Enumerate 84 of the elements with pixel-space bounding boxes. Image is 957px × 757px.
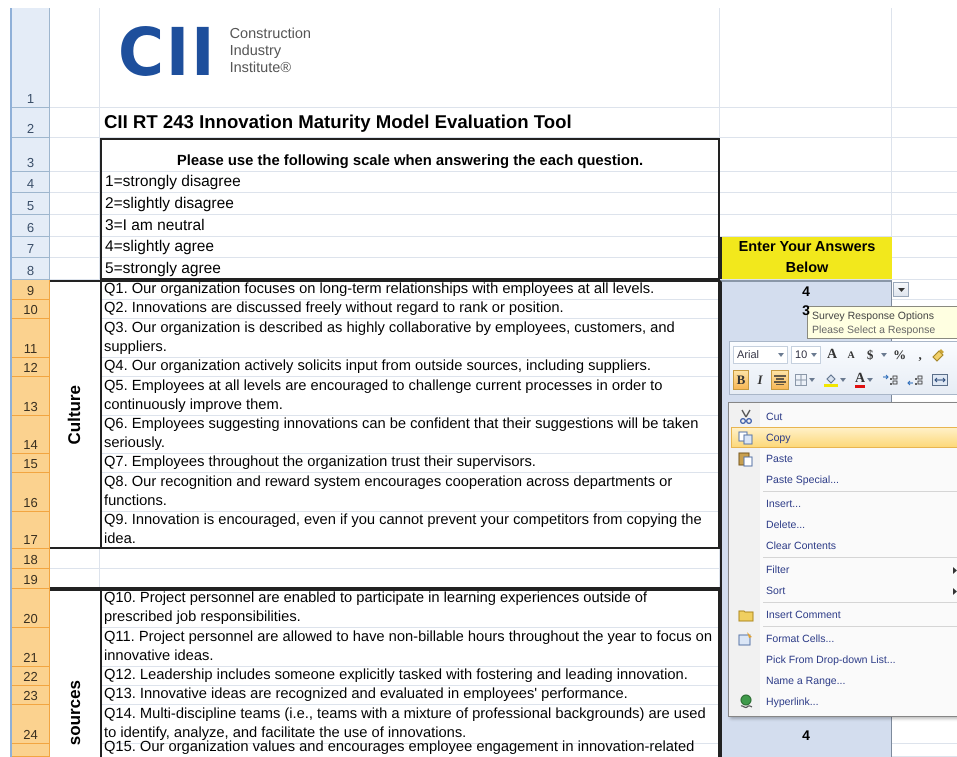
answer-value[interactable]: 4 xyxy=(802,280,810,300)
clipboard-icon xyxy=(738,450,754,466)
comma-button[interactable]: , xyxy=(912,345,928,365)
globe-icon xyxy=(738,694,754,710)
row-header[interactable]: 16 xyxy=(12,473,50,512)
italic-button[interactable]: I xyxy=(752,370,768,390)
row-header[interactable]: 14 xyxy=(12,416,50,454)
row-header[interactable]: 2 xyxy=(12,108,50,138)
row-header[interactable]: 10 xyxy=(12,300,50,319)
menu-item[interactable]: Paste xyxy=(731,448,957,469)
row-header[interactable]: 12 xyxy=(12,358,50,377)
row-header[interactable]: 21 xyxy=(12,628,50,667)
paint-bucket-icon xyxy=(824,373,838,387)
row-header[interactable]: 7 xyxy=(12,237,50,258)
row-header[interactable]: 23 xyxy=(12,686,50,705)
decimal-arrow-icon xyxy=(907,374,924,386)
answer-value[interactable]: 3 xyxy=(802,300,810,319)
bold-button[interactable]: B xyxy=(733,370,749,390)
copy-icon xyxy=(738,430,754,446)
section-label: Culture xyxy=(65,384,85,444)
merge-cells-icon xyxy=(932,374,948,386)
percent-button[interactable]: % xyxy=(890,345,910,365)
logo-mark: CII xyxy=(118,26,216,80)
row-header[interactable]: 5 xyxy=(12,193,50,215)
menu-item[interactable]: Filter xyxy=(731,559,957,580)
row-header[interactable]: 11 xyxy=(12,319,50,358)
scissors-icon xyxy=(738,408,754,424)
scale-option: 2=slightly disagree xyxy=(100,193,720,215)
answers-heading: Enter Your Answers Below xyxy=(720,237,892,279)
scale-option: 5=strongly agree xyxy=(100,258,720,280)
menu-item[interactable]: Pick From Drop-down List... xyxy=(731,649,957,670)
center-align-button[interactable] xyxy=(771,370,789,390)
tooltip-title: Survey Response Options xyxy=(812,309,935,323)
dropdown-button[interactable] xyxy=(893,282,909,297)
scale-option: 4=slightly agree xyxy=(100,237,720,258)
scale-heading: Please use the following scale when answering the each question. xyxy=(176,152,644,171)
align-center-icon xyxy=(774,375,786,385)
menu-item[interactable]: Paste Special... xyxy=(731,469,957,490)
currency-button[interactable]: $ xyxy=(862,345,878,365)
menu-item[interactable]: Name a Range... xyxy=(731,670,957,691)
menu-item[interactable]: Insert Comment xyxy=(731,604,957,625)
row-header[interactable]: 4 xyxy=(12,172,50,193)
menu-item[interactable]: Copy xyxy=(731,427,957,448)
grow-font-button[interactable]: A xyxy=(824,345,840,365)
caret-icon xyxy=(867,378,874,382)
row-header[interactable]: 3 xyxy=(12,138,50,172)
row-header[interactable]: 24 xyxy=(12,705,50,744)
row-header[interactable]: 19 xyxy=(12,569,50,589)
format-cells-icon xyxy=(738,630,754,646)
tooltip-message: Please Select a Response xyxy=(812,323,936,337)
section-label: sources xyxy=(65,680,85,745)
row-header[interactable]: 18 xyxy=(12,549,50,569)
caret-icon xyxy=(778,353,784,357)
row-header[interactable]: 9 xyxy=(12,280,50,300)
row-header[interactable]: 20 xyxy=(12,589,50,628)
menu-item[interactable]: Format Cells... xyxy=(731,628,957,649)
brush-icon xyxy=(931,348,946,362)
row-header[interactable]: 15 xyxy=(12,454,50,473)
caret-icon xyxy=(881,353,888,357)
menu-item[interactable]: Clear Contents xyxy=(731,535,957,556)
logo-name: Construction Industry Institute® xyxy=(230,26,311,77)
caret-icon xyxy=(809,378,815,382)
menu-item[interactable]: Sort xyxy=(731,580,957,601)
row-header[interactable]: 22 xyxy=(12,667,50,686)
row-header[interactable]: 6 xyxy=(12,215,50,237)
caret-icon xyxy=(840,378,846,382)
scale-option: 3=I am neutral xyxy=(100,215,720,237)
grid-icon xyxy=(795,374,807,386)
caret-icon xyxy=(811,353,817,357)
font-field[interactable]: Arial xyxy=(733,346,788,364)
menu-item[interactable]: Delete... xyxy=(731,514,957,535)
row-header[interactable]: 17 xyxy=(12,512,50,549)
row-header[interactable]: 13 xyxy=(12,377,50,416)
decimal-arrow-icon xyxy=(882,374,898,386)
scale-option: 1=strongly disagree xyxy=(100,172,720,193)
font-color-button[interactable]: A xyxy=(852,370,876,390)
caret-icon xyxy=(898,288,904,292)
row-header[interactable]: 1 xyxy=(12,8,50,108)
sheet-title: CII RT 243 Innovation Maturity Model Evaluation Tool xyxy=(103,110,573,134)
shrink-font-button[interactable]: A xyxy=(843,345,860,365)
menu-item[interactable]: Cut xyxy=(731,406,957,427)
menu-item[interactable]: Insert... xyxy=(731,493,957,514)
font-size-field[interactable]: 10 xyxy=(791,346,821,364)
row-header[interactable]: 8 xyxy=(12,258,50,280)
